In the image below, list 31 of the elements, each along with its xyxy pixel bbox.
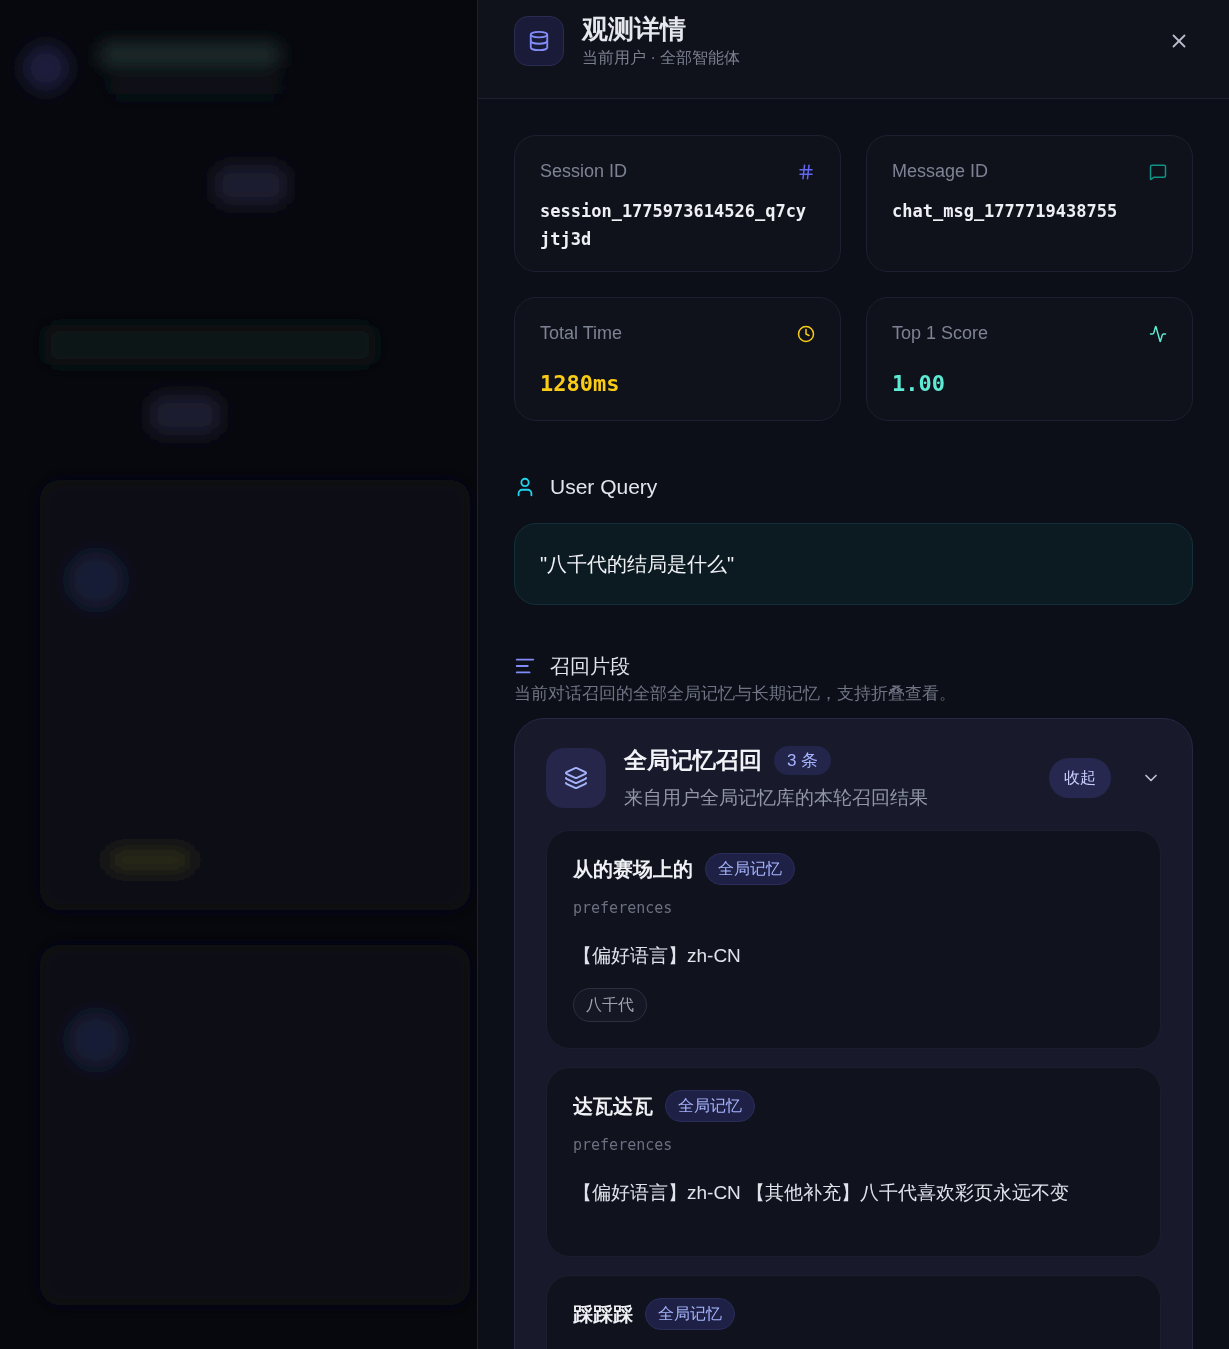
panel-title: 观测详情 bbox=[582, 13, 687, 46]
stat-label: Total Time bbox=[540, 322, 623, 345]
memory-type-badge: 全局记忆 bbox=[705, 853, 795, 885]
memory-type-badge: 全局记忆 bbox=[645, 1298, 735, 1330]
section-heading: User Query bbox=[550, 474, 658, 500]
memory-category: preferences bbox=[573, 1135, 674, 1156]
memory-tag: 八千代 bbox=[573, 988, 647, 1022]
stat-value: chat_msg_1777719438755 bbox=[892, 200, 1119, 223]
section-description: 当前对话召回的全部全局记忆与长期记忆，支持折叠查看。 bbox=[514, 682, 957, 705]
stat-label: Session ID bbox=[540, 160, 628, 183]
group-title: 全局记忆召回 bbox=[624, 746, 762, 775]
stat-value: 1280ms bbox=[540, 370, 621, 398]
database-icon bbox=[514, 16, 564, 66]
memory-category: preferences bbox=[573, 898, 674, 919]
layers-icon bbox=[546, 747, 606, 808]
count-badge: 3 条 bbox=[774, 745, 832, 775]
memory-title: 从的赛场上的 bbox=[573, 857, 693, 882]
stat-label: Message ID bbox=[892, 160, 989, 183]
memory-title: 踩踩踩 bbox=[573, 1302, 633, 1327]
panel-subtitle: 当前用户 · 全部智能体 bbox=[582, 48, 742, 68]
memory-title: 达瓦达瓦 bbox=[573, 1094, 653, 1119]
query-text: "八千代的结局是什么" bbox=[514, 522, 1193, 605]
memory-type-badge: 全局记忆 bbox=[665, 1090, 755, 1122]
memory-content: 【偏好语言】zh-CN 【其他补充】八千代喜欢彩页永远不变 bbox=[573, 1180, 1071, 1205]
stat-value: session_1775973614526_q7cyjtj3d bbox=[540, 200, 808, 251]
memory-content: 【偏好语言】zh-CN bbox=[573, 943, 742, 968]
section-heading: 召回片段 bbox=[550, 653, 630, 679]
stat-label: Top 1 Score bbox=[892, 322, 989, 345]
stat-value: 1.00 bbox=[892, 370, 946, 398]
group-subtitle: 来自用户全局记忆库的本轮召回结果 bbox=[624, 785, 929, 810]
collapse-button[interactable]: 收起 bbox=[1049, 757, 1111, 798]
